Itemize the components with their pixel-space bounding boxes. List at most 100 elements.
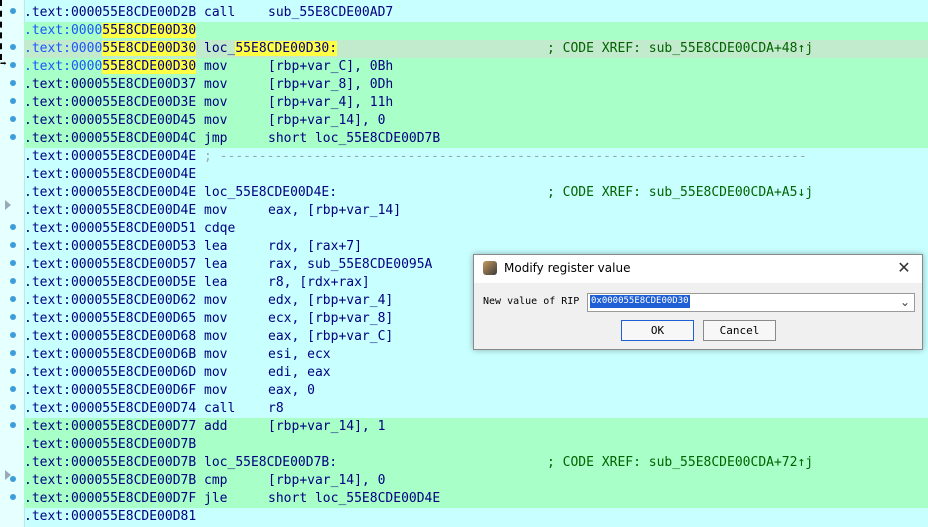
address-text[interactable]: .text:000055E8CDE00D53 — [24, 239, 196, 254]
listing-row[interactable]: .text:000055E8CDE00D7B loc_55E8CDE00D7B:… — [24, 454, 928, 472]
mnemonic[interactable]: mov — [204, 292, 268, 310]
gutter-dot-icon[interactable] — [10, 350, 16, 356]
operand[interactable]: short loc_55E8CDE00D7B — [268, 131, 440, 146]
listing-row[interactable]: .text:000055E8CDE00D4C jmp short loc_55E8… — [24, 130, 928, 148]
gutter-dot-icon[interactable] — [10, 494, 16, 500]
gutter-dot-icon[interactable] — [10, 134, 16, 140]
address-highlight[interactable]: 55E8CDE00D30 — [102, 23, 197, 38]
dialog-title-bar[interactable]: Modify register value ✕ — [474, 255, 922, 283]
mnemonic[interactable]: mov — [204, 94, 268, 112]
gutter-dot-icon[interactable] — [10, 386, 16, 392]
address-text[interactable]: .text:0000 — [24, 23, 102, 38]
operand[interactable]: short loc_55E8CDE00D4E — [268, 491, 440, 506]
listing-row[interactable]: .text:000055E8CDE00D6F mov eax, 0 — [24, 382, 928, 400]
operand[interactable]: rax, sub_55E8CDE0095A — [268, 257, 432, 272]
xref-comment[interactable]: ; CODE XREF: sub_55E8CDE00CDA+72↑j — [547, 454, 813, 472]
address-text[interactable]: .text:000055E8CDE00D68 — [24, 329, 196, 344]
operand[interactable]: r8, [rdx+rax] — [268, 275, 370, 290]
label-text[interactable]: loc_55E8CDE00D4E: — [204, 185, 337, 200]
xref-comment[interactable]: ; CODE XREF: sub_55E8CDE00CDA+48↑j — [547, 40, 813, 58]
operand[interactable]: r8 — [268, 401, 284, 416]
address-text[interactable]: .text:000055E8CDE00D74 — [24, 401, 196, 416]
listing-row[interactable]: .text:000055E8CDE00D6D mov edi, eax — [24, 364, 928, 382]
operand[interactable]: [rbp+var_14], 0 — [268, 113, 385, 128]
mnemonic[interactable]: lea — [204, 238, 268, 256]
label-highlight[interactable]: 55E8CDE00D30: — [235, 41, 338, 56]
label-text[interactable]: loc_55E8CDE00D7B: — [204, 455, 337, 470]
mnemonic[interactable]: mov — [204, 112, 268, 130]
gutter-dot-icon[interactable] — [10, 278, 16, 284]
gutter-dot-icon[interactable] — [10, 332, 16, 338]
address-text[interactable]: .text:000055E8CDE00D65 — [24, 311, 196, 326]
address-text[interactable]: .text:000055E8CDE00D7B — [24, 473, 196, 488]
operand[interactable]: [rbp+var_8], 0Dh — [268, 77, 393, 92]
listing-row[interactable]: .text:000055E8CDE00D4E mov eax, [rbp+var_… — [24, 202, 928, 220]
register-value-combobox[interactable]: 0x000055E8CDE00D30 ⌄ — [587, 293, 915, 312]
address-text[interactable]: .text:000055E8CDE00D77 — [24, 419, 196, 434]
mnemonic[interactable]: mov — [204, 328, 268, 346]
operand[interactable]: [rbp+var_14], 1 — [268, 419, 385, 434]
close-icon[interactable]: ✕ — [894, 258, 914, 277]
breakpoint-gutter[interactable]: ➡ — [0, 0, 25, 527]
label-text[interactable]: loc_ — [204, 41, 235, 56]
address-text[interactable]: .text:000055E8CDE00D62 — [24, 293, 196, 308]
cancel-button[interactable]: Cancel — [703, 320, 776, 341]
address-text[interactable]: .text:000055E8CDE00D4E — [24, 149, 196, 164]
listing-row[interactable]: .text:000055E8CDE00D51 cdqe — [24, 220, 928, 238]
address-text[interactable]: .text:000055E8CDE00D7F — [24, 491, 196, 506]
mnemonic[interactable]: mov — [204, 346, 268, 364]
gutter-dot-icon[interactable] — [10, 44, 16, 50]
listing-row[interactable]: .text:000055E8CDE00D74 call r8 — [24, 400, 928, 418]
address-text[interactable]: .text:000055E8CDE00D4E — [24, 203, 196, 218]
listing-row[interactable]: .text:000055E8CDE00D4E ; ---------------… — [24, 148, 928, 166]
address-text[interactable]: .text:000055E8CDE00D6F — [24, 383, 196, 398]
gutter-dot-icon[interactable] — [10, 404, 16, 410]
chevron-down-icon[interactable]: ⌄ — [900, 294, 910, 311]
mnemonic[interactable]: cmp — [204, 472, 268, 490]
address-text[interactable]: .text:000055E8CDE00D5E — [24, 275, 196, 290]
mnemonic[interactable]: jmp — [204, 130, 268, 148]
listing-row[interactable]: .text:000055E8CDE00D81 — [24, 508, 928, 526]
operand[interactable]: [rbp+var_C], 0Bh — [268, 59, 393, 74]
mnemonic[interactable]: call — [204, 4, 268, 22]
address-text[interactable]: .text:000055E8CDE00D57 — [24, 257, 196, 272]
mnemonic[interactable]: mov — [204, 382, 268, 400]
gutter-dot-icon[interactable] — [10, 116, 16, 122]
address-text[interactable]: .text:000055E8CDE00D6B — [24, 347, 196, 362]
address-text[interactable]: .text:0000 — [24, 59, 102, 74]
mnemonic[interactable]: jle — [204, 490, 268, 508]
mnemonic[interactable]: lea — [204, 256, 268, 274]
gutter-dot-icon[interactable] — [10, 368, 16, 374]
gutter-dot-icon[interactable] — [10, 242, 16, 248]
listing-row[interactable]: .text:000055E8CDE00D7F jle short loc_55E8… — [24, 490, 928, 508]
listing-row[interactable]: .text:000055E8CDE00D3E mov [rbp+var_4], 1… — [24, 94, 928, 112]
mnemonic[interactable]: cdqe — [204, 220, 268, 238]
register-value-text[interactable]: 0x000055E8CDE00D30 — [590, 295, 690, 308]
address-text[interactable]: .text:000055E8CDE00D4C — [24, 131, 196, 146]
address-text[interactable]: .text:000055E8CDE00D81 — [24, 509, 196, 524]
ok-button[interactable]: OK — [621, 320, 694, 341]
operand[interactable]: sub_55E8CDE00AD7 — [268, 5, 393, 20]
operand[interactable]: eax, [rbp+var_C] — [268, 329, 393, 344]
operand[interactable]: eax, [rbp+var_14] — [268, 203, 401, 218]
listing-row[interactable]: .text:000055E8CDE00D77 add [rbp+var_14], … — [24, 418, 928, 436]
operand[interactable]: eax, 0 — [268, 383, 315, 398]
listing-row[interactable]: .text:000055E8CDE00D45 mov [rbp+var_14], … — [24, 112, 928, 130]
separator-comment[interactable]: ; --------------------------------------… — [204, 149, 807, 164]
address-text[interactable]: .text:000055E8CDE00D4E — [24, 167, 196, 182]
listing-row[interactable]: .text:000055E8CDE00D4E — [24, 166, 928, 184]
gutter-dot-icon[interactable] — [10, 224, 16, 230]
gutter-dot-icon[interactable] — [10, 260, 16, 266]
address-text[interactable]: .text:000055E8CDE00D37 — [24, 77, 196, 92]
address-text[interactable]: .text:000055E8CDE00D7B — [24, 455, 196, 470]
operand[interactable]: edx, [rbp+var_4] — [268, 293, 393, 308]
address-text[interactable]: .text:0000 — [24, 41, 102, 56]
listing-row[interactable]: .text:000055E8CDE00D30 loc_55E8CDE00D30:… — [24, 40, 928, 58]
gutter-dot-icon[interactable] — [10, 296, 16, 302]
operand[interactable]: edi, eax — [268, 365, 331, 380]
listing-row[interactable]: .text:000055E8CDE00D37 mov [rbp+var_8], 0… — [24, 76, 928, 94]
mnemonic[interactable]: mov — [204, 310, 268, 328]
address-highlight[interactable]: 55E8CDE00D30 — [102, 41, 197, 56]
operand[interactable]: [rbp+var_4], 11h — [268, 95, 393, 110]
listing-row[interactable]: .text:000055E8CDE00D30 — [24, 22, 928, 40]
